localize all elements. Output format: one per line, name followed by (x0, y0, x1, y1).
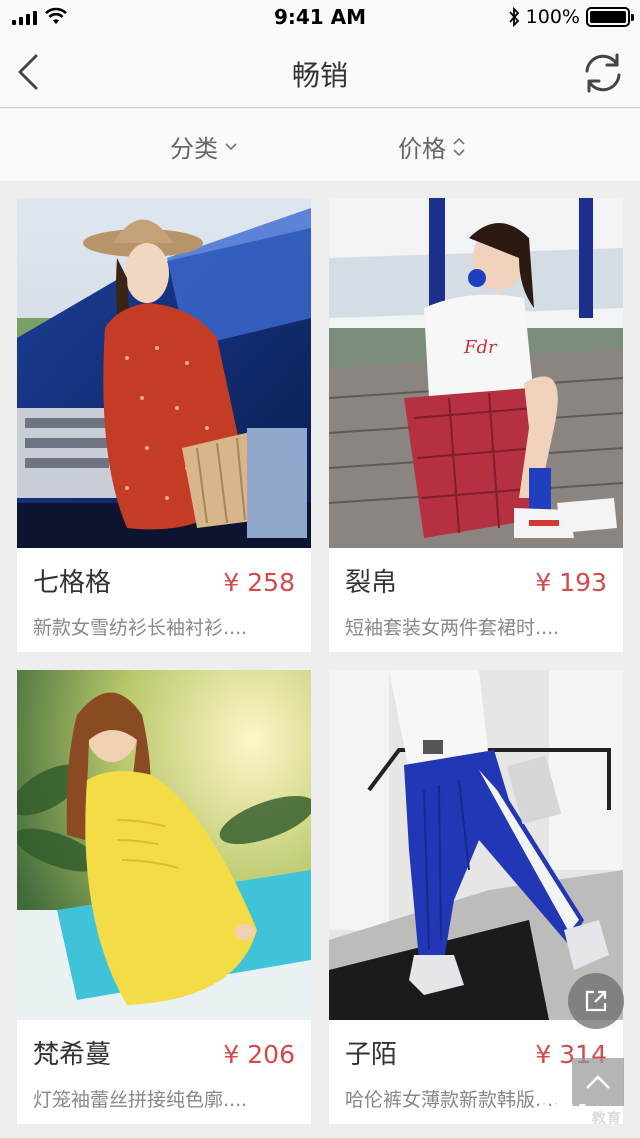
product-brand: 梵希蔓 (33, 1040, 112, 1070)
product-description: 短袖套装女两件套裙时.... (345, 617, 560, 639)
product-price: ¥ 258 (223, 568, 295, 597)
watermark-text: AVA (532, 1100, 592, 1130)
product-photo[interactable] (329, 670, 623, 1020)
refresh-icon (585, 53, 621, 93)
product-price: ¥ 193 (535, 568, 607, 597)
battery-percent: 100% (525, 6, 580, 28)
product-info: 梵希蔓 ¥ 206 灯笼袖蕾丝拼接纯色廓.... (17, 1020, 311, 1124)
share-button[interactable] (568, 973, 624, 1029)
page-title: 畅销 (291, 59, 348, 92)
product-card[interactable]: Fdr 裂帛 ¥ 193 短袖套装女两件套裙时.... (329, 198, 623, 652)
product-description: 灯笼袖蕾丝拼接纯色廓.... (33, 1089, 248, 1111)
share-icon (585, 990, 607, 1012)
refresh-button[interactable] (580, 50, 626, 96)
battery-fill (590, 11, 626, 23)
product-info: 裂帛 ¥ 193 短袖套装女两件套裙时.... (329, 548, 623, 652)
product-card[interactable]: 子陌 ¥ 314 哈伦裤女薄款新款韩版.... (329, 670, 623, 1124)
back-to-top-button[interactable] (572, 1058, 624, 1106)
category-filter[interactable]: 分类 (170, 129, 238, 164)
battery-icon (586, 7, 634, 27)
filter-bar: 分类 价格 (0, 109, 640, 181)
product-photo[interactable] (17, 670, 311, 1020)
product-photo[interactable] (17, 198, 311, 548)
watermark-sub: 教育 (591, 1111, 622, 1127)
product-grid: 七格格 ¥ 258 新款女雪纺衫长袖衬衫.... Fdr 裂帛 ¥ 193 短袖… (17, 198, 623, 1124)
category-filter-label: 分类 (170, 135, 218, 163)
chevron-down-icon (225, 142, 237, 150)
product-card[interactable]: 七格格 ¥ 258 新款女雪纺衫长袖衬衫.... (17, 198, 311, 652)
product-description: 新款女雪纺衫长袖衬衫.... (33, 617, 248, 639)
product-brand: 裂帛 (345, 568, 398, 598)
product-photo[interactable]: Fdr (329, 198, 623, 548)
svg-text:Fdr: Fdr (463, 337, 498, 358)
watermark-logo: AVA教育 (532, 1100, 622, 1130)
product-brand: 七格格 (33, 568, 112, 598)
product-card[interactable]: 梵希蔓 ¥ 206 灯笼袖蕾丝拼接纯色廓.... (17, 670, 311, 1124)
product-price: ¥ 206 (223, 1040, 295, 1069)
product-brand: 子陌 (345, 1040, 398, 1070)
back-to-top-icon (586, 1075, 610, 1089)
price-filter[interactable]: 价格 (398, 129, 466, 164)
status-bar: 9:41 AM 100% (0, 0, 640, 36)
product-info: 七格格 ¥ 258 新款女雪纺衫长袖衬衫.... (17, 548, 311, 652)
bluetooth-icon (508, 7, 519, 27)
nav-bar: 畅销 (0, 36, 640, 108)
sort-icon (453, 137, 465, 156)
price-filter-label: 价格 (398, 135, 446, 163)
